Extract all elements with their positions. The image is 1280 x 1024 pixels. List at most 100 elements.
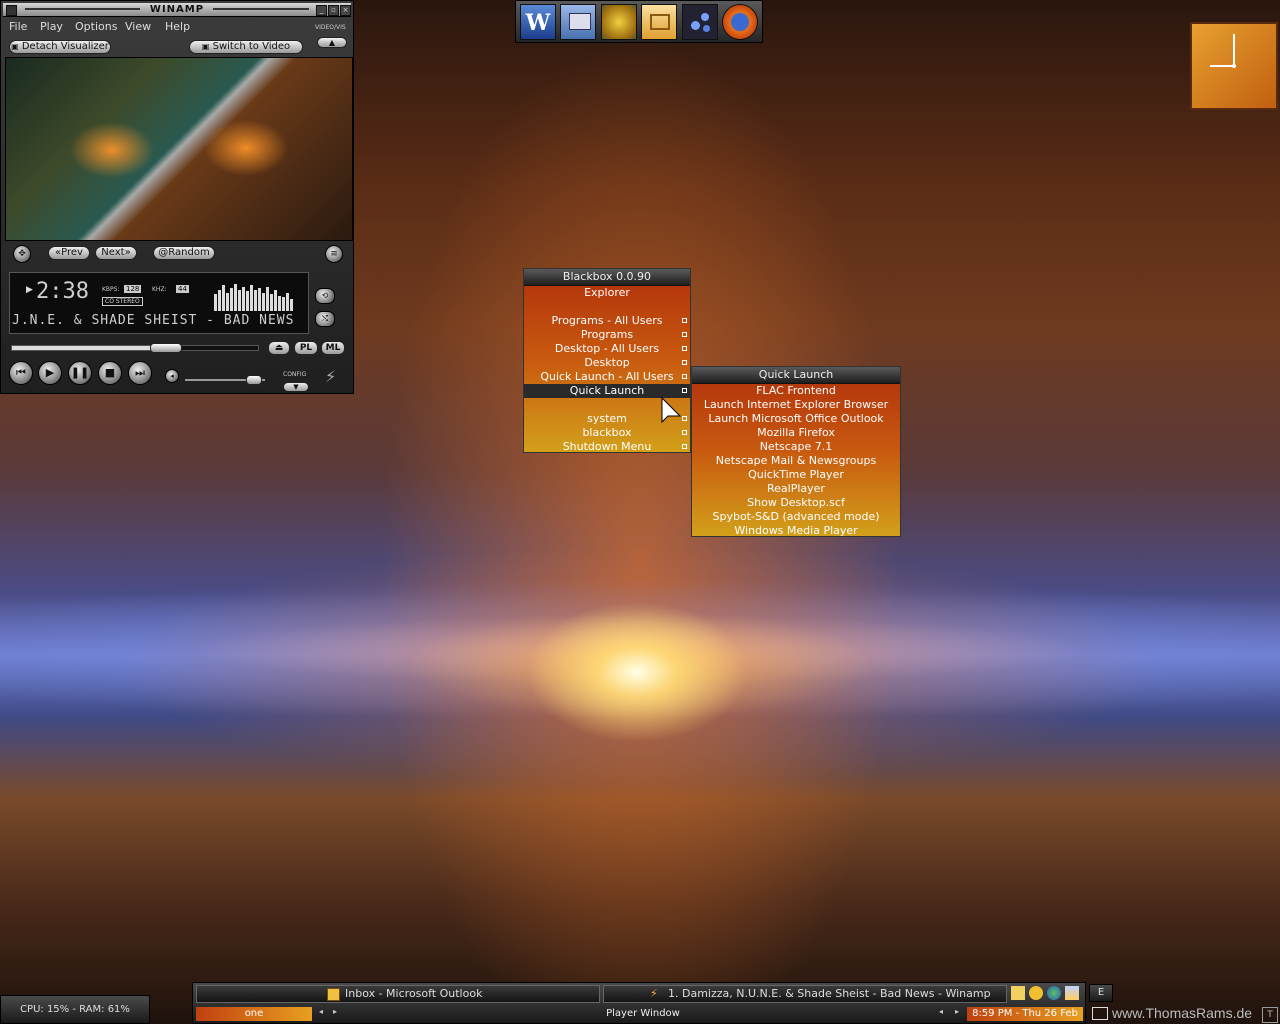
blackbox-menu-item[interactable]: Desktop <box>524 356 690 370</box>
video-icon: ▣ <box>201 42 210 51</box>
random-button[interactable]: @Random <box>153 246 215 260</box>
blackbox-menu-item-label: Programs - All Users <box>551 314 663 327</box>
submenu-arrow-icon <box>682 388 687 393</box>
menu-play[interactable]: Play <box>40 20 63 33</box>
quick-launch-item[interactable]: Windows Media Player <box>692 524 900 538</box>
kbps-value: 128 <box>124 285 142 293</box>
quick-launch-item[interactable]: FLAC Frontend <box>692 384 900 398</box>
minimize-icon[interactable]: _ <box>316 5 327 16</box>
quick-launch-item[interactable]: Netscape 7.1 <box>692 440 900 454</box>
clock-icon[interactable] <box>1029 986 1043 1000</box>
winamp-titlebar[interactable]: WINAMP _ ▫ × <box>3 3 351 17</box>
quick-launch-item[interactable]: Mozilla Firefox <box>692 426 900 440</box>
winamp-window: WINAMP _ ▫ × File Play Options View Help… <box>0 0 354 394</box>
window-label: Player Window <box>606 1008 680 1019</box>
shuffle-icon[interactable]: ⤭ <box>315 311 335 327</box>
outlook-icon[interactable] <box>641 4 677 40</box>
volume-slider[interactable] <box>185 375 265 385</box>
quick-launch-item[interactable]: Show Desktop.scf <box>692 496 900 510</box>
blackbox-menu-item[interactable]: Programs <box>524 328 690 342</box>
volume-thumb[interactable] <box>246 375 262 385</box>
workspace-next-icon[interactable]: ▸ <box>333 1007 337 1016</box>
task-winamp[interactable]: ⚡ 1. Damizza, N.U.N.E. & Shade Sheist - … <box>603 985 1007 1003</box>
time-display[interactable]: 2:38 <box>36 279 89 304</box>
mouse-cursor-icon <box>661 396 682 424</box>
spectrum-bar <box>274 290 277 311</box>
eject-icon[interactable]: ⏏ <box>268 341 290 355</box>
workspace-prev-icon[interactable]: ◂ <box>319 1007 323 1016</box>
quick-launch-item[interactable]: QuickTime Player <box>692 468 900 482</box>
quick-launch-item[interactable]: Launch Internet Explorer Browser <box>692 398 900 412</box>
next-track-icon[interactable]: ⏭ <box>128 361 152 385</box>
blackbox-menu-item[interactable]: Explorer <box>524 286 690 300</box>
menu-view[interactable]: View <box>125 20 151 33</box>
repeat-icon[interactable]: ⟲ <box>315 288 335 304</box>
previous-track-icon[interactable]: ⏮ <box>9 361 33 385</box>
quick-launch-item[interactable]: Spybot-S&D (advanced mode) <box>692 510 900 524</box>
menu-options[interactable]: Options <box>75 20 117 33</box>
khz-value: 44 <box>176 285 189 293</box>
spectrum-analyzer[interactable] <box>214 279 298 311</box>
move-icon[interactable]: ✥ <box>13 245 31 263</box>
videovis-toggle-button[interactable]: ▲ <box>317 37 347 48</box>
pause-icon[interactable]: ❚❚ <box>68 361 92 385</box>
seek-bar[interactable] <box>11 343 259 353</box>
quick-launch-item[interactable]: RealPlayer <box>692 482 900 496</box>
vis-options-icon[interactable]: ≡ <box>325 245 343 263</box>
spectrum-bar <box>226 293 229 311</box>
videovis-label: VIDEO/VIS <box>315 24 346 31</box>
stop-icon[interactable]: ■ <box>98 361 122 385</box>
detach-visualizer-button[interactable]: ▣ Detach Visualizer <box>9 40 111 54</box>
blackbox-menu-item[interactable]: Programs - All Users <box>524 314 690 328</box>
menu-file[interactable]: File <box>9 20 27 33</box>
toolbar-e-button[interactable]: E <box>1089 984 1113 1002</box>
winamp-menubar: File Play Options View Help VIDEO/VIS <box>3 18 351 35</box>
blue-dots-icon[interactable] <box>682 4 718 40</box>
blackbox-menu-item[interactable]: Quick Launch - All Users <box>524 370 690 384</box>
gold-emblem-icon[interactable] <box>601 4 637 40</box>
blackbox-menu-item-label: Desktop - All Users <box>554 342 660 355</box>
playlist-button[interactable]: PL <box>294 341 318 355</box>
lightning-icon[interactable]: ⚡ <box>325 367 336 386</box>
globe-icon[interactable] <box>1047 986 1061 1000</box>
word-icon[interactable]: W <box>520 4 556 40</box>
spectrum-bar <box>266 287 269 311</box>
blackbox-menu-item[interactable]: blackbox <box>524 426 690 440</box>
quick-launch-item[interactable]: Netscape Mail & Newsgroups <box>692 454 900 468</box>
quick-launch-item[interactable]: Launch Microsoft Office Outlook <box>692 412 900 426</box>
spectrum-bar <box>218 290 221 311</box>
volume-icon: ◂ <box>165 369 179 383</box>
switch-to-video-button[interactable]: ▣ Switch to Video <box>189 40 303 54</box>
window-icon[interactable] <box>1092 1007 1108 1020</box>
seek-thumb[interactable] <box>150 343 182 353</box>
menu-help[interactable]: Help <box>165 20 190 33</box>
visualizer-display[interactable] <box>5 57 353 241</box>
task-outlook-label: Inbox - Microsoft Outlook <box>345 987 483 1000</box>
task-winamp-label: 1. Damizza, N.U.N.E. & Shade Sheist - Ba… <box>668 987 991 1000</box>
next-button[interactable]: Next» <box>95 246 137 260</box>
config-button[interactable]: ▼ <box>283 382 309 392</box>
cpu-ram-monitor: CPU: 15% - RAM: 61% <box>0 995 150 1024</box>
network-icon[interactable] <box>1065 986 1079 1000</box>
spectrum-bar <box>230 288 233 311</box>
watermark: www.ThomasRams.de <box>1112 1005 1253 1021</box>
clock-datetime[interactable]: 8:59 PM - Thu 26 Feb <box>967 1007 1083 1021</box>
blackbox-menu-item-label: Programs <box>580 328 634 341</box>
track-title-scroll[interactable]: J.N.E. & SHADE SHEIST - BAD NEWS <box>12 313 306 328</box>
window-next-icon[interactable]: ▸ <box>955 1007 959 1016</box>
window-prev-icon[interactable]: ◂ <box>939 1007 943 1016</box>
prev-button[interactable]: «Prev <box>48 246 90 260</box>
shade-icon[interactable]: ▫ <box>328 5 339 16</box>
blackbox-menu-item[interactable]: Desktop - All Users <box>524 342 690 356</box>
mail-icon[interactable] <box>1011 986 1025 1000</box>
play-icon[interactable]: ▶ <box>38 361 62 385</box>
close-icon[interactable]: × <box>340 5 351 16</box>
firefox-icon[interactable] <box>722 4 758 40</box>
media-library-button[interactable]: ML <box>321 341 345 355</box>
my-computer-icon[interactable] <box>560 4 596 40</box>
blackbox-menu-items: Explorer Programs - All Users Programs Desk… <box>524 286 690 454</box>
task-outlook[interactable]: Inbox - Microsoft Outlook <box>196 985 600 1003</box>
spectrum-bar <box>234 284 237 311</box>
workspace-name[interactable]: one <box>196 1007 312 1021</box>
blackbox-menu-item[interactable]: Shutdown Menu <box>524 440 690 454</box>
